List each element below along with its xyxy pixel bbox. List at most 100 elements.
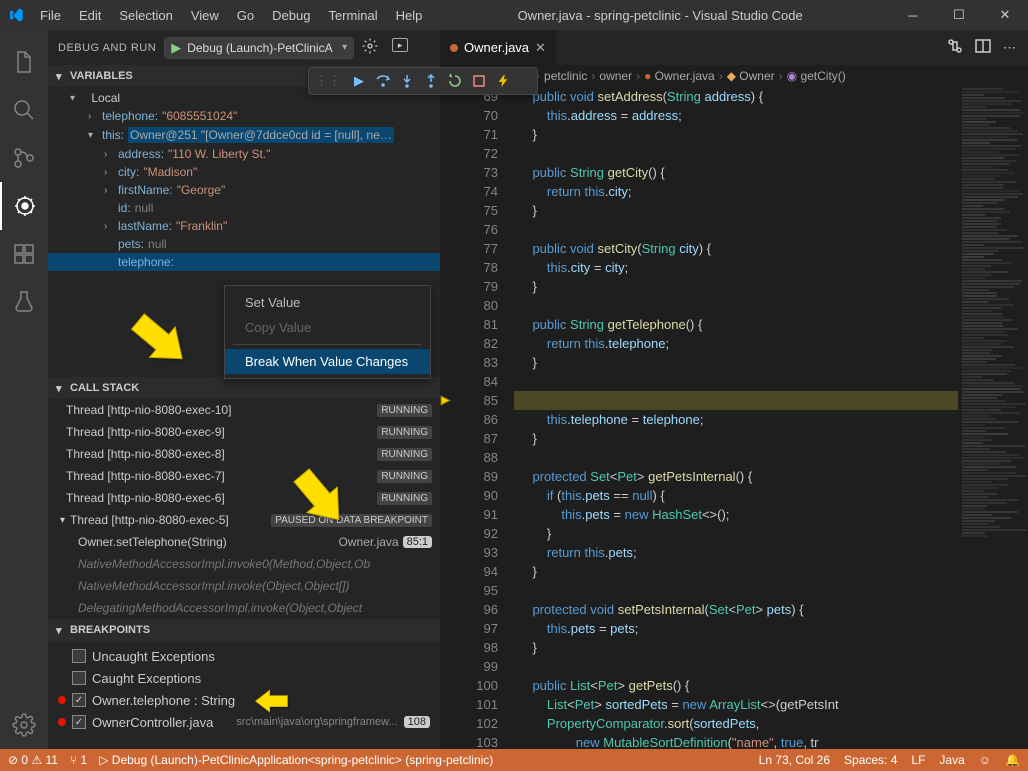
thread-row[interactable]: Thread [http-nio-8080-exec-8]RUNNING [48, 443, 440, 465]
editor-area: Owner.java ✕ ⋯ work›samples›petclinic›ow… [440, 30, 1028, 749]
step-over-icon[interactable] [371, 69, 395, 93]
variables-body: ▾ Local ›telephone: "6085551024" ▾this: … [48, 87, 440, 377]
status-spaces[interactable]: Spaces: 4 [844, 753, 897, 767]
play-icon[interactable]: ▶ [171, 40, 181, 56]
stack-frame[interactable]: DelegatingMethodAccessorImpl.invoke(Obje… [48, 597, 440, 619]
drag-handle-icon[interactable]: ⋮⋮ [309, 73, 347, 89]
thread-row-paused[interactable]: ▾ Thread [http-nio-8080-exec-5]PAUSED ON… [48, 509, 440, 531]
checkbox[interactable]: ✓ [72, 715, 86, 729]
step-into-icon[interactable] [395, 69, 419, 93]
step-out-icon[interactable] [419, 69, 443, 93]
activity-search-icon[interactable] [0, 86, 48, 134]
debug-run-label: DEBUG AND RUN [58, 42, 156, 54]
breadcrumb-item[interactable]: ◉ getCity() [787, 69, 846, 83]
chevron-down-icon: ▾ [56, 382, 66, 395]
variable-row[interactable]: ›firstName: "George" [48, 181, 440, 199]
tab-bar: Owner.java ✕ ⋯ [440, 30, 1028, 65]
status-feedback-icon[interactable]: ☺ [979, 753, 991, 767]
gear-icon[interactable] [362, 38, 378, 57]
settings-gear-icon[interactable] [0, 701, 48, 749]
chevron-down-icon: ▾ [56, 70, 66, 83]
status-forks[interactable]: ⑂ 1 [70, 753, 87, 767]
activity-files-icon[interactable] [0, 38, 48, 86]
checkbox[interactable]: ✓ [72, 693, 86, 707]
activity-scm-icon[interactable] [0, 134, 48, 182]
breakpoints-section-header[interactable]: ▾ BREAKPOINTS [48, 619, 440, 641]
run-config-name: Debug (Launch)-PetClinicA [187, 41, 336, 55]
debug-console-icon[interactable]: ▸ [392, 38, 408, 52]
breakpoint-row[interactable]: Uncaught Exceptions [48, 645, 440, 667]
section-title: VARIABLES [70, 70, 133, 82]
stack-frame[interactable]: Owner.setTelephone(String)Owner.java85:1 [48, 531, 440, 553]
variable-row[interactable]: ›lastName: "Franklin" [48, 217, 440, 235]
breadcrumb-item[interactable]: petclinic [544, 69, 587, 83]
variable-row-this[interactable]: ▾this: Owner@251 "[Owner@7ddce0cd id = [… [48, 125, 440, 145]
annotation-arrow-3 [236, 680, 308, 723]
context-menu-item[interactable]: Set Value [225, 290, 430, 315]
status-bell-icon[interactable]: 🔔 [1005, 753, 1020, 767]
stack-frame[interactable]: NativeMethodAccessorImpl.invoke0(Method,… [48, 553, 440, 575]
menu-selection[interactable]: Selection [111, 4, 180, 27]
thread-row[interactable]: Thread [http-nio-8080-exec-6]RUNNING [48, 487, 440, 509]
stop-icon[interactable] [467, 69, 491, 93]
tab-close-icon[interactable]: ✕ [535, 40, 546, 56]
menu-terminal[interactable]: Terminal [320, 4, 385, 27]
breakpoint-dot-icon [58, 696, 66, 704]
menu-help[interactable]: Help [388, 4, 431, 27]
debug-toolbar[interactable]: ⋮⋮ ▶ [308, 67, 538, 95]
callstack-section-header[interactable]: ▾ CALL STACK [48, 377, 440, 399]
activity-extensions-icon[interactable] [0, 230, 48, 278]
context-menu[interactable]: Set ValueCopy Value Break When Value Chan… [224, 285, 431, 379]
run-config-dropdown[interactable]: ▶ Debug (Launch)-PetClinicA ▾ [164, 37, 354, 59]
menu-file[interactable]: File [32, 4, 69, 27]
code-area[interactable]: 6970717273747576777879808182838485868788… [440, 87, 1028, 749]
status-line-col[interactable]: Ln 73, Col 26 [759, 753, 830, 767]
menu-debug[interactable]: Debug [264, 4, 318, 27]
compare-icon[interactable] [947, 38, 963, 57]
thread-row[interactable]: Thread [http-nio-8080-exec-10]RUNNING [48, 399, 440, 421]
status-encoding[interactable]: LF [911, 753, 925, 767]
activity-debug-icon[interactable] [0, 182, 48, 230]
maximize-icon[interactable]: ☐ [936, 0, 982, 30]
status-launch-config[interactable]: ▷ Debug (Launch)-PetClinicApplication<sp… [99, 753, 493, 767]
variable-row[interactable]: ›address: "110 W. Liberty St." [48, 145, 440, 163]
tab-label: Owner.java [464, 40, 529, 55]
main-menu[interactable]: FileEditSelectionViewGoDebugTerminalHelp [32, 4, 430, 27]
hot-reload-icon[interactable] [491, 69, 515, 93]
close-icon[interactable]: ✕ [982, 0, 1028, 30]
checkbox[interactable] [72, 671, 86, 685]
context-menu-item[interactable]: Break When Value Changes [225, 349, 430, 374]
breakpoint-dot-icon [58, 718, 66, 726]
checkbox[interactable] [72, 649, 86, 663]
menu-view[interactable]: View [183, 4, 227, 27]
java-file-icon [450, 44, 458, 52]
sidebar-header: DEBUG AND RUN ▶ Debug (Launch)-PetClinic… [48, 30, 440, 65]
stack-frame[interactable]: NativeMethodAccessorImpl.invoke(Object,O… [48, 575, 440, 597]
status-bar: ⊘ 0 ⚠ 11 ⑂ 1 ▷ Debug (Launch)-PetClinicA… [0, 749, 1028, 771]
tab-owner-java[interactable]: Owner.java ✕ [440, 30, 557, 65]
variable-row[interactable]: ›telephone: "6085551024" [48, 107, 440, 125]
status-language[interactable]: Java [939, 753, 964, 767]
minimize-icon[interactable]: ─ [890, 0, 936, 30]
minimap[interactable] [958, 87, 1028, 749]
activity-testing-icon[interactable] [0, 278, 48, 326]
breadcrumb-item[interactable]: ◆ Owner [727, 69, 775, 83]
annotation-arrow [122, 305, 194, 380]
variable-row[interactable]: id: null [48, 199, 440, 217]
menu-edit[interactable]: Edit [71, 4, 109, 27]
restart-icon[interactable] [443, 69, 467, 93]
status-errors[interactable]: ⊘ 0 ⚠ 11 [8, 753, 58, 767]
more-icon[interactable]: ⋯ [1003, 40, 1016, 56]
thread-row[interactable]: Thread [http-nio-8080-exec-9]RUNNING [48, 421, 440, 443]
split-editor-icon[interactable] [975, 38, 991, 57]
continue-icon[interactable]: ▶ [347, 69, 371, 93]
variable-row[interactable]: ›city: "Madison" [48, 163, 440, 181]
code-content[interactable]: public void setAddress(String address) {… [514, 87, 958, 749]
variable-row[interactable]: pets: null [48, 235, 440, 253]
breadcrumb-item[interactable]: owner [599, 69, 632, 83]
breadcrumb-item[interactable]: ● Owner.java [644, 69, 715, 83]
context-menu-item: Copy Value [225, 315, 430, 340]
variable-row[interactable]: telephone: [48, 253, 440, 271]
thread-row[interactable]: Thread [http-nio-8080-exec-7]RUNNING [48, 465, 440, 487]
menu-go[interactable]: Go [229, 4, 262, 27]
